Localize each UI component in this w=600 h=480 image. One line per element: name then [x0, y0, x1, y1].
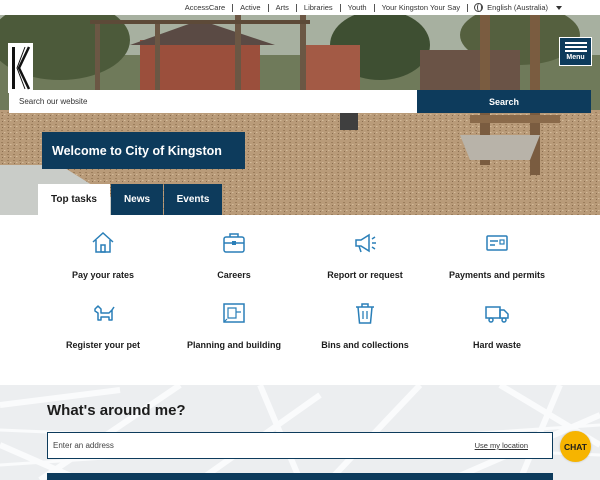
- language-selector[interactable]: English (Australia): [468, 3, 562, 12]
- task-label: Careers: [217, 270, 251, 280]
- task-report-request[interactable]: Report or request: [300, 230, 430, 280]
- task-label: Payments and permits: [448, 270, 546, 280]
- welcome-heading: Welcome to City of Kingston: [42, 132, 245, 169]
- whats-around-title: What's around me?: [47, 402, 186, 419]
- tab-news[interactable]: News: [111, 184, 163, 215]
- hamburger-icon: [564, 42, 587, 52]
- utility-link-active[interactable]: Active: [233, 3, 269, 12]
- task-hard-waste[interactable]: Hard waste: [432, 300, 562, 350]
- task-label: Hard waste: [472, 340, 522, 350]
- whats-around-section: What's around me? Use my location: [0, 385, 600, 480]
- task-payments-permits[interactable]: Payments and permits: [432, 230, 562, 280]
- logo-mark-icon: [12, 46, 31, 90]
- task-pay-rates[interactable]: Pay your rates: [38, 230, 168, 280]
- tab-events[interactable]: Events: [164, 184, 222, 215]
- search-input[interactable]: [9, 90, 417, 113]
- task-planning-building[interactable]: Planning and building: [169, 300, 299, 350]
- menu-label: Menu: [566, 54, 585, 61]
- search-bar: Search: [9, 90, 591, 113]
- task-label: Pay your rates: [71, 270, 135, 280]
- search-results-bar: [47, 473, 553, 480]
- tab-top-tasks[interactable]: Top tasks: [38, 184, 110, 215]
- search-button[interactable]: Search: [417, 90, 591, 113]
- utility-nav: AccessCare Active Arts Libraries Youth Y…: [0, 0, 600, 15]
- use-my-location-link[interactable]: Use my location: [475, 441, 528, 450]
- chevron-down-icon: [556, 5, 562, 10]
- chat-button[interactable]: CHAT: [560, 431, 591, 462]
- briefcase-icon: [223, 233, 245, 253]
- task-label: Bins and collections: [321, 340, 409, 350]
- task-label: Register your pet: [65, 340, 141, 350]
- bin-icon: [356, 303, 374, 324]
- kingston-logo[interactable]: [8, 43, 33, 93]
- card-icon: [486, 235, 508, 251]
- utility-link-arts[interactable]: Arts: [269, 3, 297, 12]
- task-bins-collections[interactable]: Bins and collections: [300, 300, 430, 350]
- blueprint-icon: [223, 303, 245, 323]
- home-tabs: Top tasks News Events: [38, 184, 222, 215]
- megaphone-icon: [355, 233, 376, 253]
- utility-link-libraries[interactable]: Libraries: [297, 3, 341, 12]
- hero-banner: Menu Search Welcome to City of Kingston …: [0, 15, 600, 215]
- utility-link-accesscare[interactable]: AccessCare: [178, 3, 234, 12]
- globe-icon: [474, 3, 484, 12]
- house-icon: [92, 231, 114, 253]
- address-search: Use my location: [47, 432, 553, 459]
- truck-icon: [485, 306, 509, 323]
- language-label: English (Australia): [487, 3, 548, 12]
- task-register-pet[interactable]: Register your pet: [38, 300, 168, 350]
- task-label: Planning and building: [187, 340, 281, 350]
- task-label: Report or request: [327, 270, 403, 280]
- task-careers[interactable]: Careers: [169, 230, 299, 280]
- menu-button[interactable]: Menu: [559, 37, 592, 66]
- dog-icon: [94, 305, 115, 321]
- address-input[interactable]: [48, 433, 475, 458]
- utility-link-youth[interactable]: Youth: [341, 3, 375, 12]
- utility-link-your-say[interactable]: Your Kingston Your Say: [375, 3, 469, 12]
